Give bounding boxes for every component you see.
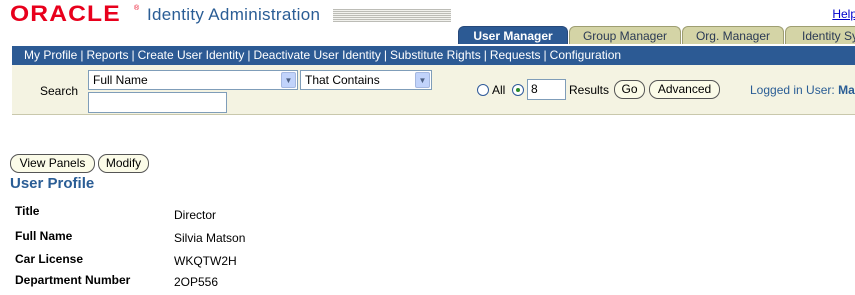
attr-value-title: Director: [174, 208, 217, 222]
nav-requests[interactable]: Requests: [490, 48, 541, 62]
radio-all-label: All: [492, 83, 506, 97]
nav-configuration[interactable]: Configuration: [550, 48, 621, 62]
go-button[interactable]: Go: [614, 80, 645, 99]
logged-in-user: Logged in User: Ma: [750, 83, 855, 97]
attr-label-title: Title: [15, 204, 40, 218]
chevron-down-icon[interactable]: ▼: [281, 72, 296, 88]
registered-mark-icon: ®: [134, 5, 140, 12]
attr-value-car-license: WKQTW2H: [174, 254, 237, 268]
app-title: Identity Administration: [147, 5, 321, 24]
nav-separator: |: [131, 48, 135, 62]
results-label: Results: [569, 83, 610, 97]
search-operator-value: That Contains: [305, 73, 380, 87]
search-panel: Search Full Name ▼ That Contains ▼ All 8…: [12, 65, 855, 115]
help-link[interactable]: Help: [832, 7, 855, 21]
attr-label-department-number: Department Number: [15, 273, 131, 287]
search-label: Search: [40, 84, 79, 98]
search-field-select[interactable]: Full Name ▼: [88, 70, 298, 90]
results-count-input[interactable]: 8: [527, 79, 566, 100]
title-decoration: [333, 9, 451, 22]
tab-group-manager[interactable]: Group Manager: [569, 26, 681, 44]
nav-reports[interactable]: Reports: [86, 48, 128, 62]
tab-user-manager[interactable]: User Manager: [458, 26, 568, 44]
tab-identity-system[interactable]: Identity Sy: [785, 26, 855, 44]
logged-in-username: Ma: [838, 83, 855, 97]
attr-label-car-license: Car License: [15, 252, 84, 266]
oracle-logo: ORACLE: [10, 1, 121, 26]
modify-button[interactable]: Modify: [98, 154, 149, 173]
page-title: User Profile: [10, 175, 95, 192]
nav-substitute-rights[interactable]: Substitute Rights: [390, 48, 481, 62]
view-panels-button[interactable]: View Panels: [10, 154, 95, 173]
search-operator-select[interactable]: That Contains ▼: [300, 70, 432, 90]
attr-value-department-number: 2OP556: [174, 275, 219, 289]
attr-label-full-name: Full Name: [15, 229, 73, 243]
nav-deactivate-user-identity[interactable]: Deactivate User Identity: [253, 48, 380, 62]
nav-bar: My Profile | Reports | Create User Identity |…: [12, 46, 855, 65]
radio-results-count[interactable]: [512, 84, 524, 96]
nav-separator: |: [383, 48, 387, 62]
attr-value-full-name: Silvia Matson: [174, 231, 246, 245]
nav-separator: |: [483, 48, 487, 62]
radio-all[interactable]: [477, 84, 489, 96]
nav-separator: |: [543, 48, 547, 62]
tab-org-manager[interactable]: Org. Manager: [682, 26, 784, 44]
nav-create-user-identity[interactable]: Create User Identity: [138, 48, 245, 62]
search-field-value: Full Name: [93, 73, 148, 87]
chevron-down-icon[interactable]: ▼: [415, 72, 430, 88]
nav-my-profile[interactable]: My Profile: [24, 48, 77, 62]
logged-in-label: Logged in User:: [750, 83, 835, 97]
search-input[interactable]: [88, 92, 227, 113]
advanced-button[interactable]: Advanced: [649, 80, 720, 99]
